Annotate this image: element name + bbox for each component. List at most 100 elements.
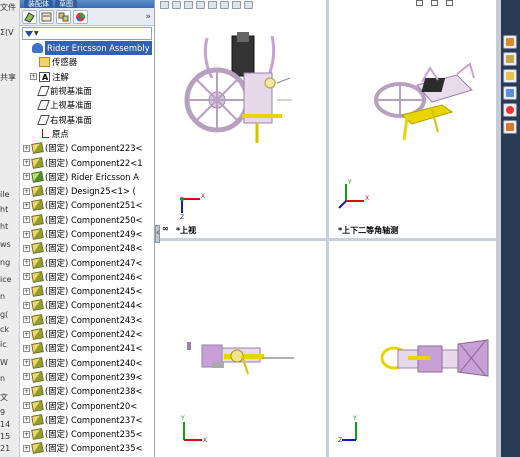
tree-item[interactable]: + (固定) Component243< xyxy=(20,313,154,327)
tree-item[interactable]: 前视基准面 xyxy=(20,84,154,98)
expand-icon[interactable]: + xyxy=(23,416,30,424)
viewport-isometric-model[interactable] xyxy=(372,60,482,150)
configuration-manager-icon[interactable] xyxy=(56,9,71,24)
tree-item[interactable]: + (固定) Component223< xyxy=(20,141,154,155)
background-text-fragment: 9 xyxy=(0,408,6,417)
display-manager-icon[interactable] xyxy=(73,9,88,24)
tree-item-label: Rider Ericsson Assembly xyxy=(45,41,152,56)
resources-icon[interactable] xyxy=(503,52,517,66)
expand-icon[interactable]: + xyxy=(23,259,30,267)
tree-item[interactable]: + (固定) Component246< xyxy=(20,270,154,284)
expand-icon[interactable]: + xyxy=(23,216,30,224)
tab-sketch[interactable]: 草图 xyxy=(55,0,77,8)
tree-item[interactable]: Rider Ericsson Assembly xyxy=(20,41,154,56)
expand-icon[interactable]: + xyxy=(23,316,30,324)
viewport-divider-vertical[interactable] xyxy=(326,0,329,457)
tree-item[interactable]: + 注解 xyxy=(20,70,154,85)
expand-icon[interactable]: + xyxy=(23,444,30,452)
part-icon xyxy=(31,371,44,383)
expand-icon[interactable]: + xyxy=(23,430,30,438)
graphics-area[interactable]: X Z Y X Y X Y Z ∞ *上视 *上下二等角轴测 xyxy=(160,0,496,457)
tree-item[interactable]: + (固定) Component248< xyxy=(20,241,154,255)
expand-icon[interactable]: + xyxy=(23,373,30,381)
view-link-icon[interactable]: ∞ xyxy=(162,224,169,233)
tree-item[interactable]: + (固定) Component22<1 xyxy=(20,155,154,169)
folder-icon[interactable] xyxy=(503,69,517,83)
tree-item[interactable]: + (固定) Component245< xyxy=(20,284,154,298)
tree-item-label: (固定) Component22<1 xyxy=(45,157,143,168)
expand-icon[interactable]: + xyxy=(23,402,30,410)
property-manager-icon[interactable] xyxy=(39,9,54,24)
custom-properties-icon[interactable] xyxy=(503,120,517,134)
tree-item[interactable]: + (固定) Design25<1> ( xyxy=(20,184,154,198)
tree-item[interactable]: + (固定) Component244< xyxy=(20,298,154,312)
tree-item[interactable]: + (固定) Component247< xyxy=(20,255,154,269)
appearances-icon[interactable] xyxy=(503,103,517,117)
expand-icon[interactable]: + xyxy=(23,144,30,152)
file-explorer-icon[interactable] xyxy=(503,86,517,100)
maximize-icon[interactable] xyxy=(431,0,438,6)
zoom-to-fit-icon[interactable] xyxy=(160,0,169,9)
tree-item[interactable]: + (固定) Component250< xyxy=(20,213,154,227)
view-orientation-icon[interactable] xyxy=(208,0,217,9)
expand-icon[interactable]: + xyxy=(23,187,30,195)
viewport-divider-horizontal[interactable] xyxy=(160,238,496,241)
previous-view-icon[interactable] xyxy=(184,0,193,9)
tree-item[interactable]: + (固定) Component235< xyxy=(20,441,154,455)
tree-item[interactable]: + (固定) Component239< xyxy=(20,370,154,384)
tile-icon[interactable] xyxy=(446,0,453,6)
tree-item[interactable]: + (固定) Rider Ericsson A xyxy=(20,170,154,184)
tree-item[interactable]: + (固定) Component20< xyxy=(20,398,154,412)
expand-icon[interactable]: + xyxy=(23,201,30,209)
home-icon[interactable] xyxy=(503,35,517,49)
tree-item-label: 前视基准面 xyxy=(50,86,92,97)
tree-item[interactable]: + (固定) Component237< xyxy=(20,413,154,427)
expand-icon[interactable]: + xyxy=(23,301,30,309)
background-text-fragment: 共享 xyxy=(0,73,16,82)
feature-tree-icon[interactable] xyxy=(22,9,37,24)
viewport-top-view-model[interactable] xyxy=(182,28,302,148)
expand-icon[interactable]: + xyxy=(23,273,30,281)
expand-icon[interactable]: + xyxy=(23,359,30,367)
section-view-icon[interactable] xyxy=(196,0,205,9)
zoom-area-icon[interactable] xyxy=(172,0,181,9)
tree-item[interactable]: + (固定) Component238< xyxy=(20,384,154,398)
part-icon xyxy=(31,142,44,155)
chevron-down-icon[interactable]: ▼ xyxy=(34,30,39,37)
expand-icon[interactable]: + xyxy=(23,344,30,352)
chevron-right-icon[interactable]: » xyxy=(145,12,151,22)
expand-icon[interactable]: + xyxy=(23,230,30,238)
expand-icon[interactable]: + xyxy=(23,387,30,395)
tree-item[interactable]: + (固定) Component241< xyxy=(20,341,154,355)
tree-item[interactable]: 原点 xyxy=(20,127,154,141)
restore-icon[interactable] xyxy=(416,0,423,6)
tree-item[interactable]: + (固定) Component235< xyxy=(20,427,154,441)
tree-item[interactable]: + (固定) Component249< xyxy=(20,227,154,241)
expand-icon[interactable]: + xyxy=(23,244,30,252)
plane-icon xyxy=(37,114,50,125)
svg-text:Y: Y xyxy=(180,415,185,422)
appearance-icon[interactable] xyxy=(244,0,253,9)
tree-item[interactable]: + (固定) Component240< xyxy=(20,356,154,370)
tree-item[interactable]: + (固定) Component251< xyxy=(20,198,154,212)
tree-filter-input[interactable]: ▼ xyxy=(22,27,152,40)
tree-item-label: (固定) Component237< xyxy=(45,414,143,425)
expand-icon[interactable]: + xyxy=(23,330,30,338)
tree-item-label: (固定) Component241< xyxy=(45,343,143,354)
tree-item[interactable]: 上视基准面 xyxy=(20,98,154,112)
expand-icon[interactable]: + xyxy=(23,287,30,295)
tree-item[interactable]: 传感器 xyxy=(20,55,154,69)
tree-item[interactable]: 右视基准面 xyxy=(20,112,154,126)
axis-triad-isometric: Y X xyxy=(338,179,369,209)
viewport-right-view-model[interactable] xyxy=(378,334,493,384)
display-style-icon[interactable] xyxy=(220,0,229,9)
expand-icon[interactable]: + xyxy=(23,173,30,181)
part-icon xyxy=(31,285,44,298)
tree-item[interactable]: + (固定) Component242< xyxy=(20,327,154,341)
viewport-front-view-model[interactable] xyxy=(182,330,302,380)
expand-icon[interactable]: + xyxy=(30,73,37,81)
hide-show-icon[interactable] xyxy=(232,0,241,9)
expand-icon[interactable]: + xyxy=(23,159,30,167)
tab-assembly[interactable]: 装配体 xyxy=(24,0,53,8)
part-icon xyxy=(31,242,44,255)
